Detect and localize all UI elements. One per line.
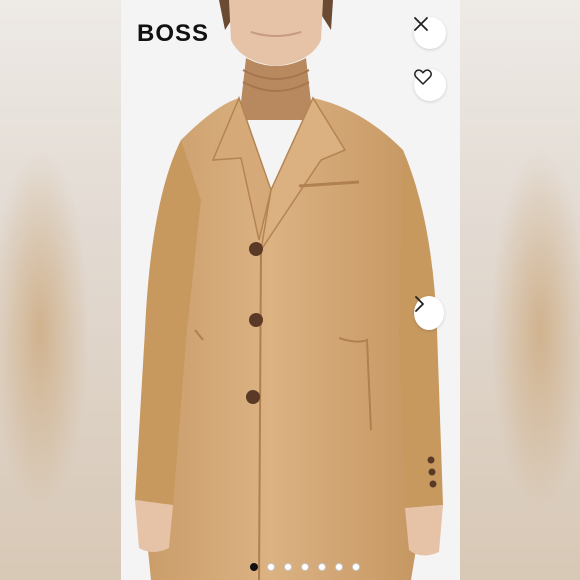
close-button[interactable]: [414, 17, 446, 49]
brand-logo: BOSS: [137, 20, 210, 47]
carousel-dot[interactable]: [250, 563, 258, 571]
carousel-dot[interactable]: [352, 563, 360, 571]
carousel-dot[interactable]: [318, 563, 326, 571]
carousel-dot[interactable]: [301, 563, 309, 571]
carousel-dot[interactable]: [335, 563, 343, 571]
product-image[interactable]: BOSS: [121, 0, 460, 580]
heart-icon: [414, 69, 432, 85]
coat-illustration: [135, 0, 443, 580]
carousel-dots: [0, 563, 580, 573]
carousel-dot[interactable]: [284, 563, 292, 571]
wishlist-button[interactable]: [414, 69, 446, 101]
chevron-right-icon: [415, 296, 424, 312]
next-image-button[interactable]: [414, 296, 444, 330]
close-icon: [414, 17, 428, 31]
carousel-dot[interactable]: [267, 563, 275, 571]
